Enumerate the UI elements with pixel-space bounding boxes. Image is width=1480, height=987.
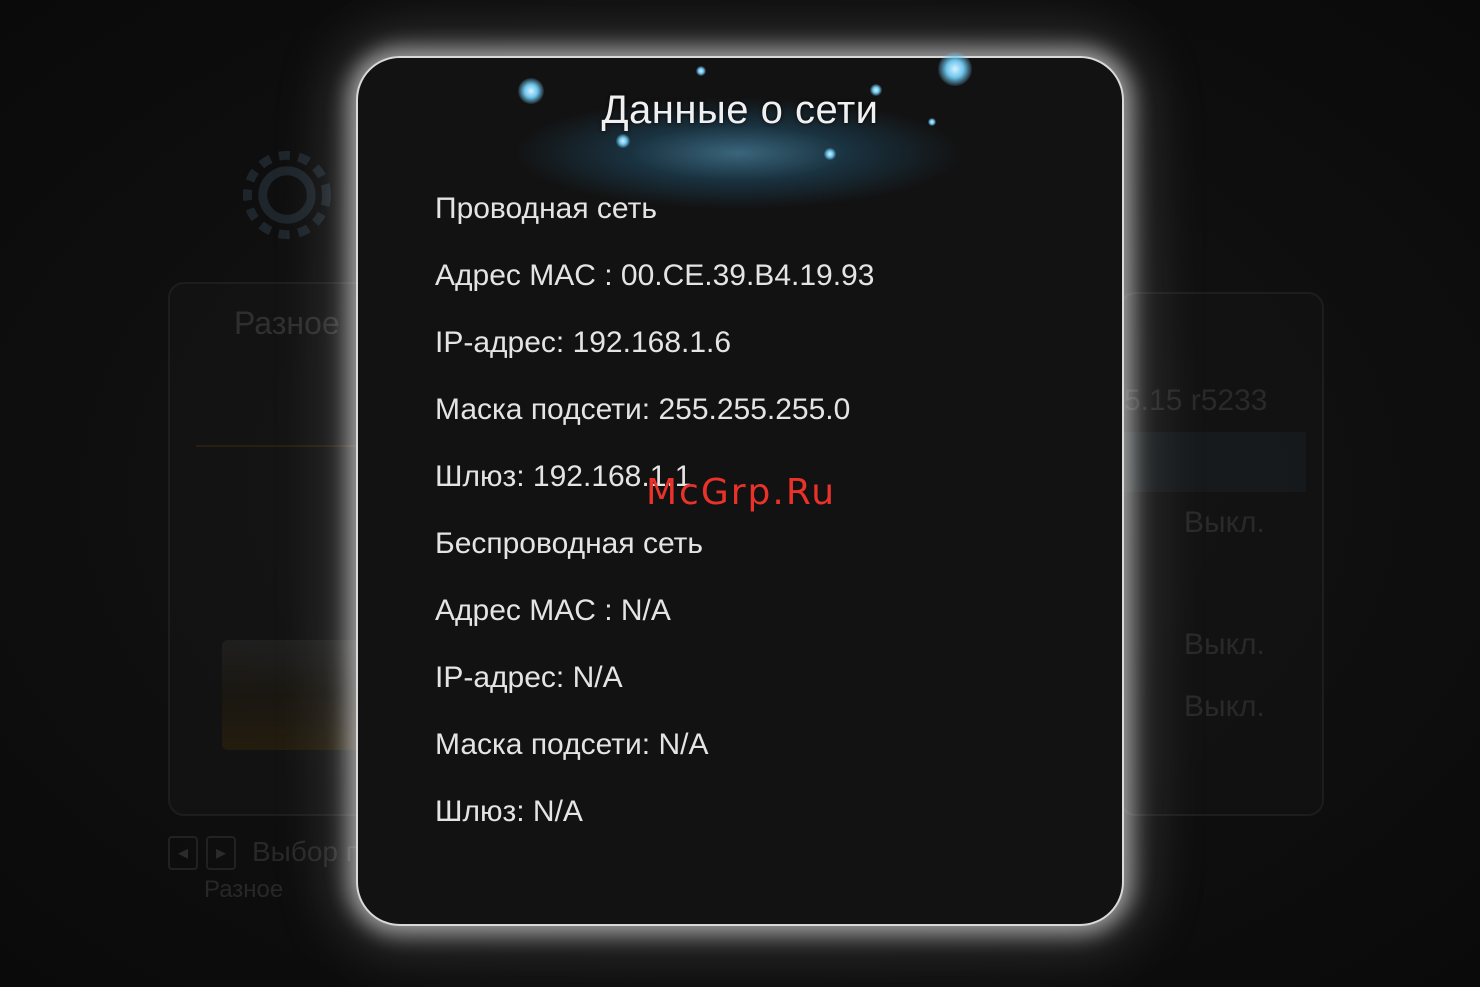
setting-value: Выкл. bbox=[1184, 506, 1265, 539]
dialog-title: Данные о сети bbox=[601, 88, 879, 132]
hint-text: Выбор п bbox=[252, 836, 361, 867]
hint-bar: ◂ ▸ bbox=[168, 836, 236, 870]
screen: Разное 5.15 r5233 Выкл. Выкл. Выкл. ◂ ▸ … bbox=[0, 0, 1480, 987]
network-info-list: Проводная сеть Адрес MAC : 00.CE.39.B4.1… bbox=[435, 186, 874, 856]
footer-label: Разное bbox=[204, 876, 284, 903]
setting-value: Выкл. bbox=[1184, 628, 1265, 661]
box-icon bbox=[222, 640, 362, 750]
wireless-gateway: Шлюз: N/A bbox=[435, 795, 583, 828]
sparkle-decoration bbox=[696, 66, 706, 76]
wired-subnet-mask: Маска подсети: 255.255.255.0 bbox=[435, 393, 851, 426]
sparkle-decoration bbox=[938, 52, 972, 86]
category-label: Разное bbox=[234, 305, 340, 341]
settings-row-highlight bbox=[1124, 432, 1306, 492]
wired-network-heading: Проводная сеть bbox=[435, 192, 657, 225]
setting-value: Выкл. bbox=[1184, 690, 1265, 723]
sparkle-decoration bbox=[824, 148, 836, 160]
arrow-right-icon: ▸ bbox=[206, 836, 236, 870]
category-highlight bbox=[196, 360, 366, 447]
arrow-left-icon: ◂ bbox=[168, 836, 198, 870]
wired-ip-address: IP-адрес: 192.168.1.6 bbox=[435, 326, 732, 359]
wireless-network-heading: Беспроводная сеть bbox=[435, 527, 704, 560]
wired-mac-address: Адрес MAC : 00.CE.39.B4.19.93 bbox=[435, 259, 875, 292]
wireless-ip-address: IP-адрес: N/A bbox=[435, 661, 623, 694]
wireless-mac-address: Адрес MAC : N/A bbox=[435, 594, 671, 627]
gear-icon bbox=[243, 151, 331, 239]
watermark: McGrp.Ru bbox=[646, 472, 837, 513]
version-text: 5.15 r5233 bbox=[1124, 384, 1268, 417]
settings-panel bbox=[1120, 292, 1324, 816]
sparkle-decoration bbox=[616, 134, 630, 148]
wireless-subnet-mask: Маска подсети: N/A bbox=[435, 728, 709, 761]
